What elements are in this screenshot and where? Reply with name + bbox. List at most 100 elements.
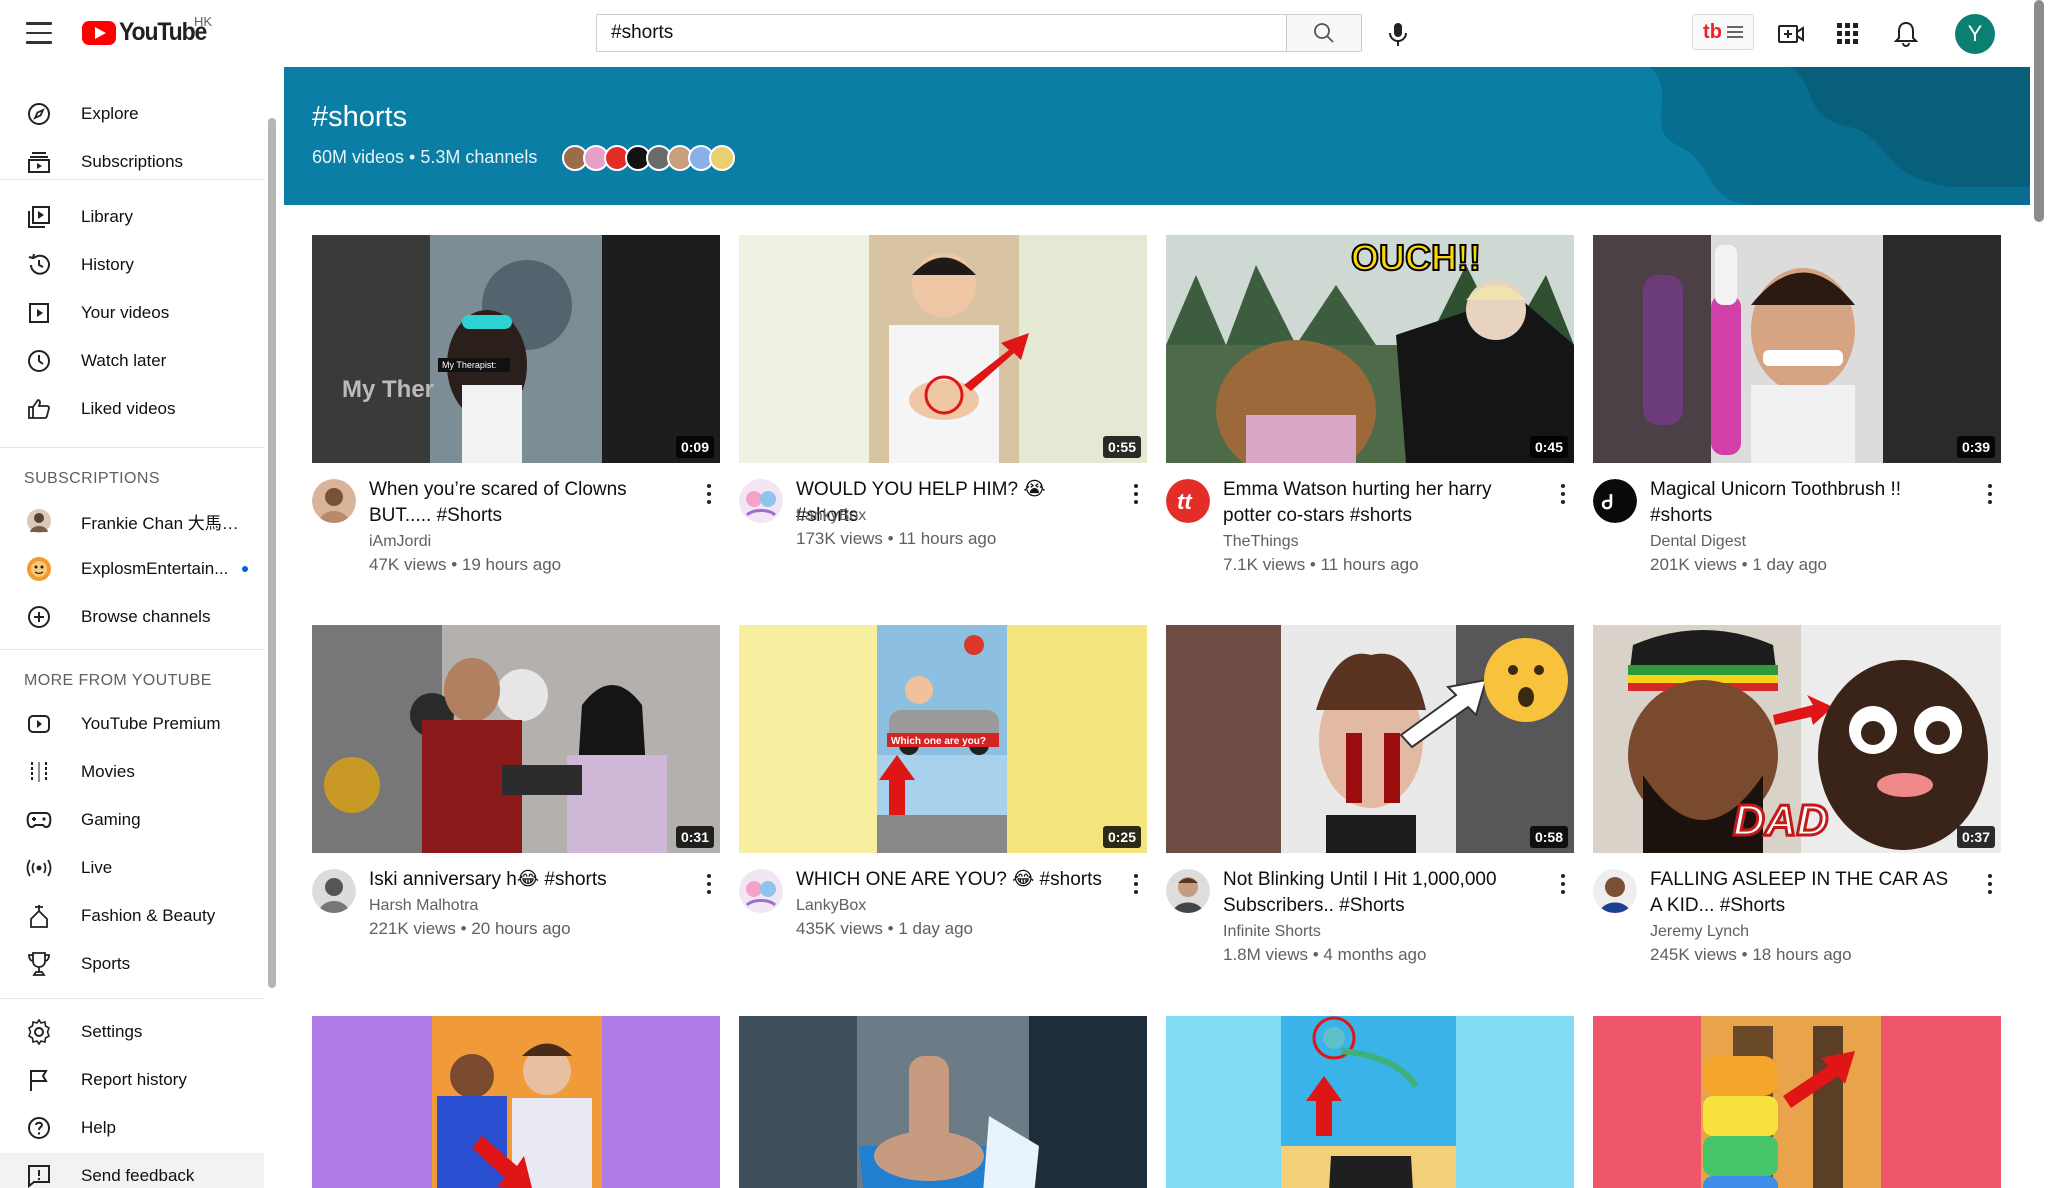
hashtag-title: #shorts [312,101,408,133]
video-title[interactable]: Magical Unicorn Toothbrush !! #shorts [1650,477,1960,529]
list-icon [1726,26,1743,38]
notifications-bell-icon[interactable] [1890,18,1922,50]
channel-avatar[interactable]: Ꮷ [1593,479,1637,523]
video-thumbnail[interactable]: My Ther My Therapist: 0:09 [312,235,720,463]
account-avatar[interactable]: Y [1955,14,1995,54]
video-thumbnail[interactable]: DAD 0:37 [1593,625,2001,853]
video-thumbnail[interactable]: Which one are you? 0:25 [739,625,1147,853]
create-video-icon[interactable] [1775,18,1807,50]
sidebar-item-settings[interactable]: Settings [0,1009,264,1055]
video-thumbnail[interactable]: 0:58 [1166,625,1574,853]
video-title[interactable]: When you’re scared of Clowns BUT..... #S… [369,477,679,529]
search-bar [596,14,1362,52]
more-actions-icon[interactable] [698,481,720,507]
video-title[interactable]: Not Blinking Until I Hit 1,000,000 Subsc… [1223,867,1533,919]
video-thumbnail[interactable] [1166,1016,1574,1188]
sidebar-subscription-frankie-chan[interactable]: Frankie Chan 大馬唔... [0,498,264,544]
menu-icon[interactable] [26,22,52,44]
channel-avatar[interactable] [312,869,356,913]
video-thumbnail[interactable]: 0:31 [312,625,720,853]
channel-name[interactable]: Harsh Malhotra [369,897,478,915]
video-meta: 435K views • 1 day ago [796,919,974,938]
sidebar-item-liked-videos[interactable]: Liked videos [0,386,264,432]
sidebar-item-help[interactable]: Help [0,1105,264,1151]
channel-avatar[interactable]: tt [1166,479,1210,523]
channel-name[interactable]: Infinite Shorts [1223,923,1321,941]
live-broadcast-icon [26,855,52,881]
more-actions-icon[interactable] [1979,481,2001,507]
video-meta: 221K views • 20 hours ago [369,919,571,938]
apps-grid-icon[interactable] [1832,18,1864,50]
sidebar-item-explore[interactable]: Explore [0,91,264,137]
channel-name[interactable]: LankyBox [796,507,866,525]
sidebar-item-send-feedback[interactable]: Send feedback [0,1153,264,1188]
channel-name[interactable]: TheThings [1223,533,1299,551]
feedback-icon [26,1163,52,1188]
video-thumbnail[interactable]: 0:55 [739,235,1147,463]
video-title[interactable]: Emma Watson hurting her harry potter co-… [1223,477,1533,529]
sidebar-item-label: Liked videos [81,399,176,418]
more-actions-icon[interactable] [1552,481,1574,507]
voice-search-button[interactable] [1378,14,1418,54]
channel-name[interactable]: Dental Digest [1650,533,1746,551]
sidebar-item-youtube-premium[interactable]: YouTube Premium [0,701,264,747]
sidebar-item-watch-later[interactable]: Watch later [0,338,264,384]
more-actions-icon[interactable] [1125,481,1147,507]
sidebar-item-gaming[interactable]: Gaming [0,797,264,843]
more-actions-icon[interactable] [1125,871,1147,897]
channel-name[interactable]: Jeremy Lynch [1650,923,1749,941]
sidebar-subscription-explosm[interactable]: ExplosmEntertain... [0,546,264,592]
more-actions-icon[interactable] [698,871,720,897]
sidebar-scrollbar[interactable] [268,118,276,988]
channel-avatar[interactable] [312,479,356,523]
channel-name[interactable]: LankyBox [796,897,866,915]
channel-avatar[interactable] [739,869,783,913]
sidebar-item-fashion-beauty[interactable]: Fashion & Beauty [0,893,264,939]
sidebar-item-label: Report history [81,1070,187,1089]
sidebar-item-live[interactable]: Live [0,845,264,891]
channel-avatar[interactable] [1593,869,1637,913]
sidebar-item-movies[interactable]: Movies [0,749,264,795]
sidebar-item-sports[interactable]: Sports [0,941,264,987]
video-title[interactable]: Iski anniversary h😂 #shorts [369,867,679,893]
sidebar-item-label: Your videos [81,303,170,322]
search-button[interactable] [1286,14,1362,52]
search-input[interactable] [596,14,1286,52]
channel-avatar [709,145,735,171]
video-thumbnail[interactable] [739,1016,1147,1188]
channel-avatar[interactable] [1166,869,1210,913]
compass-icon [26,101,52,127]
tubebuddy-extension-button[interactable]: tb [1692,14,1754,50]
video-thumbnail[interactable] [1593,1016,2001,1188]
sidebar-item-history[interactable]: History [0,242,264,288]
video-title[interactable]: FALLING ASLEEP IN THE CAR AS A KID... #S… [1650,867,1960,919]
channel-name[interactable]: iAmJordi [369,533,431,551]
sidebar-item-browse-channels[interactable]: Browse channels [0,594,264,640]
svg-text:My Ther: My Ther [342,376,434,403]
more-from-youtube-heading: MORE FROM YOUTUBE [24,672,212,689]
channel-avatar[interactable] [739,479,783,523]
svg-text:Which one are you?: Which one are you? [891,736,986,747]
sidebar-item-your-videos[interactable]: Your videos [0,290,264,336]
plus-circle-icon [26,604,52,630]
video-duration: 0:25 [1102,826,1141,848]
video-thumbnail[interactable] [312,1016,720,1188]
video-thumbnail[interactable]: 0:39 [1593,235,2001,463]
sidebar-item-label: Library [81,207,133,226]
page-scrollbar[interactable] [2034,0,2044,222]
hashtag-stats: 60M videos • 5.3M channels [312,147,538,167]
sidebar: Explore Subscriptions Library History Yo… [0,67,264,1188]
svg-text:Ꮷ: Ꮷ [1601,492,1613,514]
more-actions-icon[interactable] [1979,871,2001,897]
sidebar-item-label: Sports [81,954,131,973]
video-title[interactable]: WHICH ONE ARE YOU? 😂 #shorts [796,867,1106,893]
video-thumbnail[interactable]: OUCH!! 0:45 [1166,235,1574,463]
clock-icon [26,348,52,374]
video-meta: 1.8M views • 4 months ago [1223,945,1427,964]
sidebar-item-library[interactable]: Library [0,194,264,240]
video-duration: 0:58 [1529,826,1568,848]
more-actions-icon[interactable] [1552,871,1574,897]
sidebar-item-report-history[interactable]: Report history [0,1057,264,1103]
new-content-dot [242,566,248,572]
sidebar-item-label: Explore [81,104,139,123]
